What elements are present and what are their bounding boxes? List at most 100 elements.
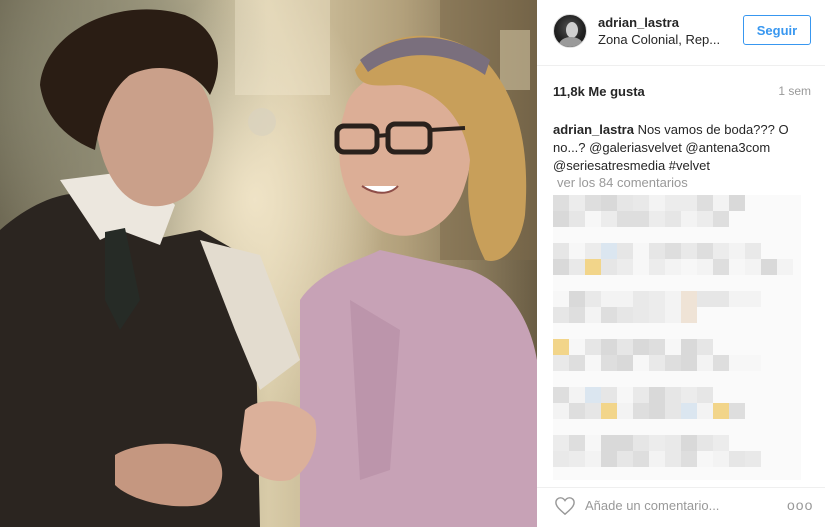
pixel-cell (793, 339, 801, 355)
pixel-cell (761, 419, 777, 435)
pixel-cell (553, 467, 569, 480)
pixel-cell (665, 451, 681, 467)
pixel-cell (585, 227, 601, 243)
pixel-cell (713, 291, 729, 307)
pixel-cell (649, 419, 665, 435)
pixel-cell (633, 211, 649, 227)
pixel-cell (665, 387, 681, 403)
pixel-cell (697, 419, 713, 435)
pixel-cell (729, 435, 745, 451)
pixel-cell (793, 355, 801, 371)
pixel-cell (681, 195, 697, 211)
pixel-cell (793, 307, 801, 323)
pixel-cell (633, 451, 649, 467)
pixel-cell (649, 227, 665, 243)
pixel-cell (713, 243, 729, 259)
pixel-cell (761, 371, 777, 387)
pixel-cell (681, 355, 697, 371)
caption-username[interactable]: adrian_lastra (553, 122, 634, 137)
more-options-icon[interactable]: ooo (787, 497, 813, 513)
pixel-cell (617, 387, 633, 403)
pixel-cell (585, 371, 601, 387)
pixel-cell (585, 419, 601, 435)
pixel-cell (681, 387, 697, 403)
likes-count[interactable]: 11,8k Me gusta (553, 84, 645, 99)
pixel-cell (681, 403, 697, 419)
pixel-cell (745, 371, 761, 387)
pixel-cell (777, 339, 793, 355)
pixel-cell (633, 243, 649, 259)
view-comments-link[interactable]: ver los 84 comentarios (557, 175, 688, 190)
caption: adrian_lastra Nos vamos de boda??? O no.… (553, 121, 809, 175)
pixel-cell (569, 403, 585, 419)
pixel-cell (633, 419, 649, 435)
pixel-cell (633, 323, 649, 339)
avatar[interactable] (553, 14, 587, 48)
pixel-cell (585, 435, 601, 451)
pixel-cell (761, 387, 777, 403)
pixel-cell (681, 451, 697, 467)
post-photo[interactable] (0, 0, 537, 527)
pixel-cell (553, 403, 569, 419)
post-header: adrian_lastra Zona Colonial, Rep... Segu… (537, 0, 825, 66)
pixel-cell (745, 355, 761, 371)
pixel-cell (633, 195, 649, 211)
comment-input[interactable] (585, 493, 780, 517)
pixel-cell (761, 307, 777, 323)
pixel-cell (569, 243, 585, 259)
pixel-cell (729, 451, 745, 467)
pixel-cell (649, 339, 665, 355)
pixel-cell (729, 259, 745, 275)
pixel-cell (681, 291, 697, 307)
pixel-cell (793, 387, 801, 403)
pixel-cell (681, 467, 697, 480)
pixel-cell (585, 243, 601, 259)
post-footer: ooo (537, 487, 825, 527)
pixel-cell (617, 227, 633, 243)
pixel-cell (777, 387, 793, 403)
pixel-cell (633, 435, 649, 451)
pixel-cell (569, 291, 585, 307)
pixel-cell (649, 323, 665, 339)
pixel-cell (601, 435, 617, 451)
pixel-cell (745, 195, 761, 211)
pixel-cell (617, 435, 633, 451)
pixel-cell (697, 275, 713, 291)
location-link[interactable]: Zona Colonial, Rep... (598, 32, 720, 47)
pixel-cell (553, 195, 569, 211)
pixel-cell (777, 355, 793, 371)
pixel-cell (729, 371, 745, 387)
pixel-cell (633, 467, 649, 480)
pixel-cell (761, 243, 777, 259)
pixel-cell (777, 275, 793, 291)
pixel-cell (553, 275, 569, 291)
pixel-cell (697, 211, 713, 227)
pixel-cell (601, 291, 617, 307)
pixel-cell (585, 195, 601, 211)
pixel-cell (553, 259, 569, 275)
post-time[interactable]: 1 sem (778, 84, 811, 98)
pixel-cell (761, 403, 777, 419)
pixel-cell (745, 435, 761, 451)
pixel-cell (569, 339, 585, 355)
avatar-body (559, 37, 583, 47)
pixel-cell (745, 307, 761, 323)
pixel-cell (569, 387, 585, 403)
pixel-cell (633, 259, 649, 275)
follow-button[interactable]: Seguir (743, 15, 811, 45)
pixel-cell (777, 227, 793, 243)
pixel-cell (713, 419, 729, 435)
pixel-cell (569, 467, 585, 480)
pixel-cell (665, 259, 681, 275)
pixel-cell (569, 371, 585, 387)
pixel-cell (665, 195, 681, 211)
username-link[interactable]: adrian_lastra (598, 15, 679, 30)
pixel-cell (681, 307, 697, 323)
pixel-cell (697, 323, 713, 339)
pixel-cell (617, 467, 633, 480)
pixel-cell (697, 451, 713, 467)
heart-icon[interactable] (554, 496, 576, 516)
pixel-cell (697, 227, 713, 243)
pixel-cell (697, 371, 713, 387)
pixel-cell (649, 195, 665, 211)
